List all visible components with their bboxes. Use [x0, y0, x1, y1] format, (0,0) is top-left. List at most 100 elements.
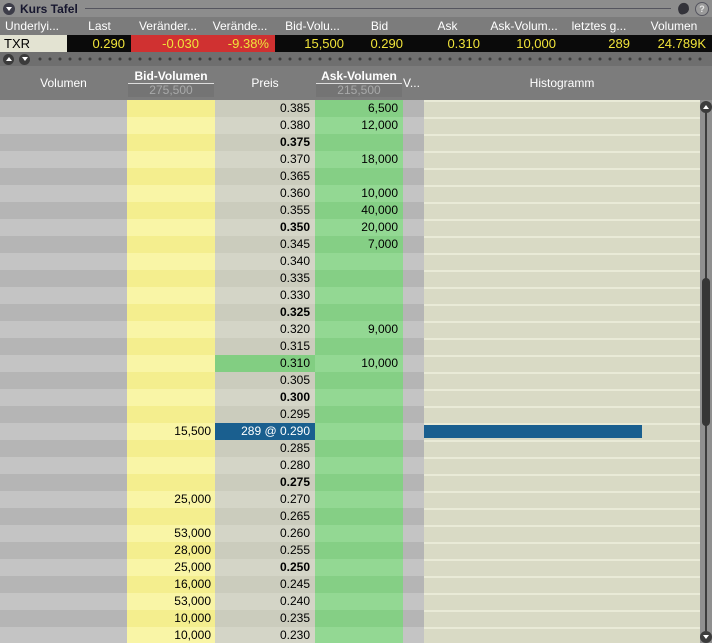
price-cell[interactable]: 0.330 [215, 287, 315, 304]
bid-volume-cell[interactable] [127, 287, 215, 304]
ask-volume-cell[interactable] [315, 423, 403, 440]
price-cell[interactable]: 0.360 [215, 185, 315, 202]
ask-volume-cell[interactable] [315, 440, 403, 457]
price-cell[interactable]: 0.255 [215, 542, 315, 559]
price-cell[interactable]: 0.285 [215, 440, 315, 457]
bid-volume-cell[interactable]: 10,000 [127, 627, 215, 643]
bid-volume-cell[interactable] [127, 185, 215, 202]
ladder-col-bid-label[interactable]: Bid-Volumen [127, 69, 215, 83]
quote-col-header-bid[interactable]: Bid [350, 19, 409, 33]
ask-volume-cell[interactable] [315, 508, 403, 525]
quote-col-header-ask[interactable]: Ask [409, 19, 486, 33]
ask-volume-cell[interactable] [315, 474, 403, 491]
ask-volume-cell[interactable] [315, 253, 403, 270]
scroll-up-button[interactable] [700, 101, 712, 113]
ask-volume-cell[interactable]: 40,000 [315, 202, 403, 219]
bid-volume-cell[interactable] [127, 270, 215, 287]
price-cell[interactable]: 0.250 [215, 559, 315, 576]
quote-col-header-change[interactable]: Veränder... [131, 19, 205, 33]
splitter-bar[interactable] [0, 52, 712, 66]
price-cell[interactable]: 0.240 [215, 593, 315, 610]
quote-col-header-last[interactable]: Last [68, 19, 131, 33]
splitter-up-button[interactable] [3, 54, 14, 65]
bid-volume-cell[interactable] [127, 457, 215, 474]
bid-volume-cell[interactable]: 28,000 [127, 542, 215, 559]
ask-volume-cell[interactable]: 10,000 [315, 185, 403, 202]
hand-icon[interactable] [677, 2, 690, 15]
bid-volume-cell[interactable] [127, 406, 215, 423]
ask-volume-cell[interactable] [315, 593, 403, 610]
bid-volume-cell[interactable] [127, 372, 215, 389]
price-cell[interactable]: 0.245 [215, 576, 315, 593]
ask-volume-cell[interactable] [315, 270, 403, 287]
ask-volume-cell[interactable]: 9,000 [315, 321, 403, 338]
price-cell[interactable]: 0.345 [215, 236, 315, 253]
bid-volume-cell[interactable] [127, 508, 215, 525]
price-cell[interactable]: 0.305 [215, 372, 315, 389]
bid-volume-cell[interactable] [127, 304, 215, 321]
bid-volume-cell[interactable] [127, 440, 215, 457]
price-cell[interactable]: 0.275 [215, 474, 315, 491]
bid-volume-cell[interactable]: 25,000 [127, 491, 215, 508]
price-cell[interactable]: 0.235 [215, 610, 315, 627]
price-cell[interactable]: 0.340 [215, 253, 315, 270]
price-cell[interactable]: 0.335 [215, 270, 315, 287]
price-cell[interactable]: 0.265 [215, 508, 315, 525]
quote-col-header-ask-volume[interactable]: Ask-Volum... [486, 19, 562, 33]
price-cell[interactable]: 0.350 [215, 219, 315, 236]
ask-volume-cell[interactable] [315, 406, 403, 423]
bid-volume-cell[interactable] [127, 355, 215, 372]
ask-volume-cell[interactable]: 12,000 [315, 117, 403, 134]
price-cell[interactable]: 0.310 [215, 355, 315, 372]
bid-volume-cell[interactable] [127, 134, 215, 151]
price-cell[interactable]: 0.300 [215, 389, 315, 406]
bid-volume-cell[interactable] [127, 100, 215, 117]
ask-volume-cell[interactable]: 18,000 [315, 151, 403, 168]
quote-col-header-last-size[interactable]: letztes g... [562, 19, 636, 33]
bid-volume-cell[interactable] [127, 338, 215, 355]
ask-volume-cell[interactable]: 20,000 [315, 219, 403, 236]
ask-volume-cell[interactable]: 6,500 [315, 100, 403, 117]
price-cell[interactable]: 0.315 [215, 338, 315, 355]
price-cell[interactable]: 0.380 [215, 117, 315, 134]
bid-volume-cell[interactable]: 16,000 [127, 576, 215, 593]
price-cell[interactable]: 0.280 [215, 457, 315, 474]
ask-volume-cell[interactable] [315, 610, 403, 627]
bid-volume-cell[interactable] [127, 236, 215, 253]
price-cell[interactable]: 0.365 [215, 168, 315, 185]
ask-volume-cell[interactable]: 10,000 [315, 355, 403, 372]
bid-volume-cell[interactable]: 53,000 [127, 593, 215, 610]
help-icon[interactable]: ? [695, 2, 709, 16]
ask-volume-cell[interactable] [315, 542, 403, 559]
price-cell[interactable]: 0.320 [215, 321, 315, 338]
bid-volume-cell[interactable]: 53,000 [127, 525, 215, 542]
scroll-down-button[interactable] [700, 631, 712, 643]
price-cell[interactable]: 0.325 [215, 304, 315, 321]
price-cell[interactable]: 289 @ 0.290 [215, 423, 315, 440]
bid-volume-cell[interactable]: 10,000 [127, 610, 215, 627]
price-cell[interactable]: 0.385 [215, 100, 315, 117]
price-cell[interactable]: 0.375 [215, 134, 315, 151]
bid-volume-cell[interactable] [127, 202, 215, 219]
quote-col-header-underlying[interactable]: Underlyi... [0, 19, 68, 33]
scrollbar-thumb[interactable] [702, 278, 710, 426]
price-cell[interactable]: 0.355 [215, 202, 315, 219]
ask-volume-cell[interactable] [315, 168, 403, 185]
ladder-col-ask-label[interactable]: Ask-Volumen [315, 69, 403, 83]
ask-volume-cell[interactable] [315, 457, 403, 474]
collapse-panel-button[interactable] [3, 3, 15, 15]
bid-volume-cell[interactable] [127, 389, 215, 406]
price-cell[interactable]: 0.370 [215, 151, 315, 168]
ask-volume-cell[interactable] [315, 287, 403, 304]
bid-volume-cell[interactable]: 25,000 [127, 559, 215, 576]
quote-col-header-change-pct[interactable]: Verände... [205, 19, 275, 33]
bid-volume-cell[interactable] [127, 474, 215, 491]
quote-col-header-bid-volume[interactable]: Bid-Volu... [275, 19, 350, 33]
bid-volume-cell[interactable] [127, 117, 215, 134]
bid-volume-cell[interactable]: 15,500 [127, 423, 215, 440]
bid-volume-cell[interactable] [127, 168, 215, 185]
ask-volume-cell[interactable] [315, 134, 403, 151]
bid-volume-cell[interactable] [127, 321, 215, 338]
ask-volume-cell[interactable] [315, 559, 403, 576]
ask-volume-cell[interactable] [315, 304, 403, 321]
